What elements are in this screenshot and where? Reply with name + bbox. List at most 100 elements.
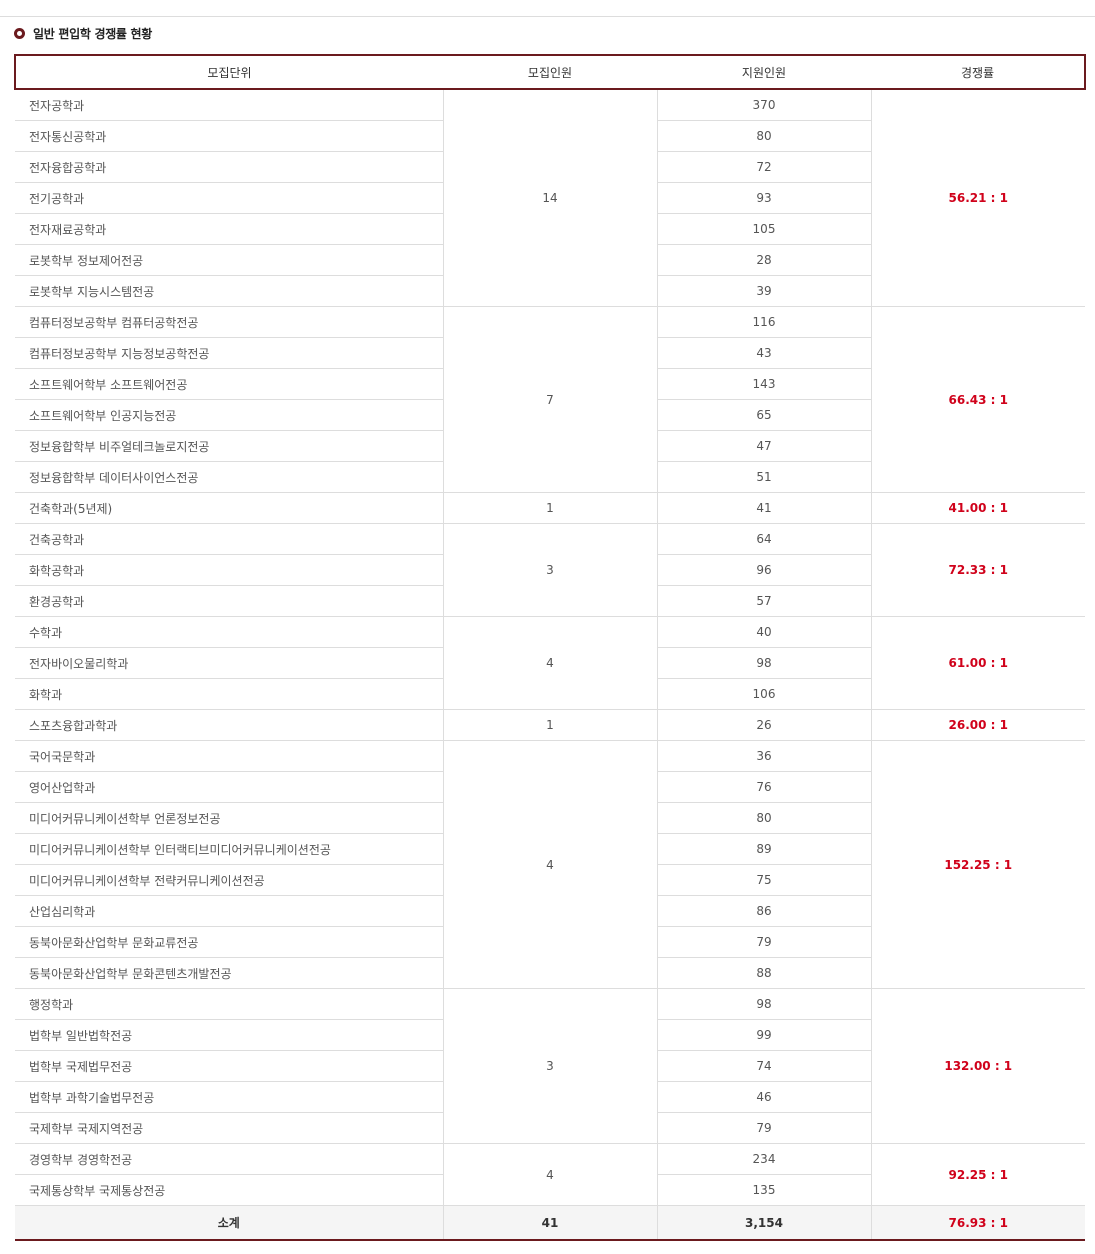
table-row: 건축학과(5년제) 1 41 41.00 : 1 xyxy=(15,492,1085,524)
recruitment-unit-cell: 전자바이오물리학과 xyxy=(15,647,444,679)
recruitment-unit-cell: 소프트웨어학부 인공지능전공 xyxy=(15,399,444,431)
applicants-cell: 80 xyxy=(656,120,871,152)
subtotal-label: 소계 xyxy=(15,1205,444,1241)
quota-cell: 3 xyxy=(442,988,658,1144)
recruitment-unit-cell: 컴퓨터정보공학부 지능정보공학전공 xyxy=(15,337,444,369)
applicants-cell: 39 xyxy=(656,275,871,307)
recruitment-unit-cell: 국어국문학과 xyxy=(15,740,444,772)
recruitment-unit-cell: 산업심리학과 xyxy=(15,895,444,927)
recruitment-unit-cell: 수학과 xyxy=(15,616,444,648)
recruitment-unit-cell: 로봇학부 지능시스템전공 xyxy=(15,275,444,307)
table-body: 전자공학과 14 370 56.21 : 1 전자통신공학과 80 전자융합공학과 72 전기공… xyxy=(15,88,1085,1206)
subtotal-quota: 41 xyxy=(442,1205,658,1241)
column-header-ratio: 경쟁률 xyxy=(871,54,1086,90)
applicants-cell: 80 xyxy=(656,802,871,834)
competition-ratio-cell: 132.00 : 1 xyxy=(870,988,1085,1144)
applicants-cell: 106 xyxy=(656,678,871,710)
subtotal-applicants: 3,154 xyxy=(656,1205,872,1241)
competition-ratio-cell: 72.33 : 1 xyxy=(870,523,1085,617)
competition-ratio-cell: 41.00 : 1 xyxy=(870,492,1085,524)
recruitment-unit-cell: 미디어커뮤니케이션학부 언론정보전공 xyxy=(15,802,444,834)
applicants-cell: 88 xyxy=(656,957,871,989)
applicants-cell: 105 xyxy=(656,213,871,245)
applicants-cell: 135 xyxy=(656,1174,871,1206)
applicants-cell: 86 xyxy=(656,895,871,927)
competition-ratio-cell: 56.21 : 1 xyxy=(870,88,1085,307)
table-row: 컴퓨터정보공학부 컴퓨터공학전공 7 116 66.43 : 1 xyxy=(15,306,1085,493)
recruitment-unit-cell: 법학부 국제법무전공 xyxy=(15,1050,444,1082)
recruitment-unit-cell: 정보융합학부 비주얼테크놀로지전공 xyxy=(15,430,444,462)
quota-cell: 1 xyxy=(442,492,658,524)
applicants-cell: 98 xyxy=(656,988,872,1020)
applicants-cell: 234 xyxy=(656,1143,872,1175)
applicants-cell: 36 xyxy=(656,740,872,772)
recruitment-unit-cell: 화학과 xyxy=(15,678,444,710)
recruitment-unit-cell: 국제학부 국제지역전공 xyxy=(15,1112,444,1144)
applicants-cell: 143 xyxy=(656,368,871,400)
column-header-applicants: 지원인원 xyxy=(657,54,871,90)
applicants-cell: 72 xyxy=(656,151,871,183)
recruitment-unit-cell: 법학부 과학기술법무전공 xyxy=(15,1081,444,1113)
recruitment-unit-cell: 로봇학부 정보제어전공 xyxy=(15,244,444,276)
applicants-cell: 75 xyxy=(656,864,871,896)
competition-ratio-cell: 66.43 : 1 xyxy=(870,306,1085,493)
recruitment-unit-cell: 행정학과 xyxy=(15,988,444,1020)
recruitment-unit-cell: 건축학과(5년제) xyxy=(15,492,444,524)
applicants-cell: 79 xyxy=(656,1112,871,1144)
competition-ratio-cell: 152.25 : 1 xyxy=(870,740,1085,989)
applicants-cell: 79 xyxy=(656,926,871,958)
quota-cell: 4 xyxy=(442,740,658,989)
section-title: 일반 편입학 경쟁률 현황 xyxy=(33,26,153,41)
applicants-cell: 99 xyxy=(656,1019,871,1051)
recruitment-unit-cell: 동북아문화산업학부 문화교류전공 xyxy=(15,926,444,958)
applicants-cell: 43 xyxy=(656,337,871,369)
applicants-cell: 96 xyxy=(656,554,871,586)
recruitment-unit-cell: 전자융합공학과 xyxy=(15,151,444,183)
table-row: 행정학과 3 98 132.00 : 1 xyxy=(15,988,1085,1144)
quota-cell: 3 xyxy=(442,523,658,617)
applicants-cell: 40 xyxy=(656,616,872,648)
applicants-cell: 93 xyxy=(656,182,871,214)
recruitment-unit-cell: 컴퓨터정보공학부 컴퓨터공학전공 xyxy=(15,306,444,338)
applicants-cell: 98 xyxy=(656,647,871,679)
recruitment-unit-cell: 전자통신공학과 xyxy=(15,120,444,152)
quota-cell: 7 xyxy=(442,306,658,493)
competition-ratio-cell: 26.00 : 1 xyxy=(870,709,1085,741)
recruitment-unit-cell: 화학공학과 xyxy=(15,554,444,586)
applicants-cell: 64 xyxy=(656,523,872,555)
table-row: 국어국문학과 4 36 152.25 : 1 xyxy=(15,740,1085,989)
circle-bullet-icon xyxy=(14,27,25,39)
applicants-cell: 57 xyxy=(656,585,871,617)
competition-ratio-cell: 92.25 : 1 xyxy=(870,1143,1085,1206)
applicants-cell: 370 xyxy=(656,88,872,121)
column-header-unit: 모집단위 xyxy=(14,54,443,90)
recruitment-unit-cell: 전자공학과 xyxy=(15,88,444,121)
table-row: 전자공학과 14 370 56.21 : 1 xyxy=(15,88,1085,307)
table-row: 건축공학과 3 64 72.33 : 1 xyxy=(15,523,1085,617)
recruitment-unit-cell: 정보융합학부 데이터사이언스전공 xyxy=(15,461,444,493)
top-divider xyxy=(0,16,1095,17)
competition-rate-table: 모집단위 모집인원 지원인원 경쟁률 전자공학과 14 370 56.21 : 1 전자… xyxy=(14,54,1086,1241)
applicants-cell: 41 xyxy=(656,492,872,524)
applicants-cell: 89 xyxy=(656,833,871,865)
applicants-cell: 28 xyxy=(656,244,871,276)
recruitment-unit-cell: 소프트웨어학부 소프트웨어전공 xyxy=(15,368,444,400)
recruitment-unit-cell: 전자재료공학과 xyxy=(15,213,444,245)
applicants-cell: 74 xyxy=(656,1050,871,1082)
subtotal-row: 소계 41 3,154 76.93 : 1 xyxy=(15,1205,1085,1241)
recruitment-unit-cell: 동북아문화산업학부 문화콘텐츠개발전공 xyxy=(15,957,444,989)
column-header-quota: 모집인원 xyxy=(443,54,657,90)
quota-cell: 4 xyxy=(442,616,658,710)
table-row: 수학과 4 40 61.00 : 1 xyxy=(15,616,1085,710)
applicants-cell: 76 xyxy=(656,771,871,803)
applicants-cell: 51 xyxy=(656,461,871,493)
recruitment-unit-cell: 국제통상학부 국제통상전공 xyxy=(15,1174,444,1206)
table-header-row: 모집단위 모집인원 지원인원 경쟁률 xyxy=(14,54,1086,90)
applicants-cell: 26 xyxy=(656,709,872,741)
applicants-cell: 65 xyxy=(656,399,871,431)
applicants-cell: 46 xyxy=(656,1081,871,1113)
subtotal-ratio: 76.93 : 1 xyxy=(870,1205,1085,1241)
quota-cell: 4 xyxy=(442,1143,658,1206)
recruitment-unit-cell: 전기공학과 xyxy=(15,182,444,214)
recruitment-unit-cell: 미디어커뮤니케이션학부 인터랙티브미디어커뮤니케이션전공 xyxy=(15,833,444,865)
